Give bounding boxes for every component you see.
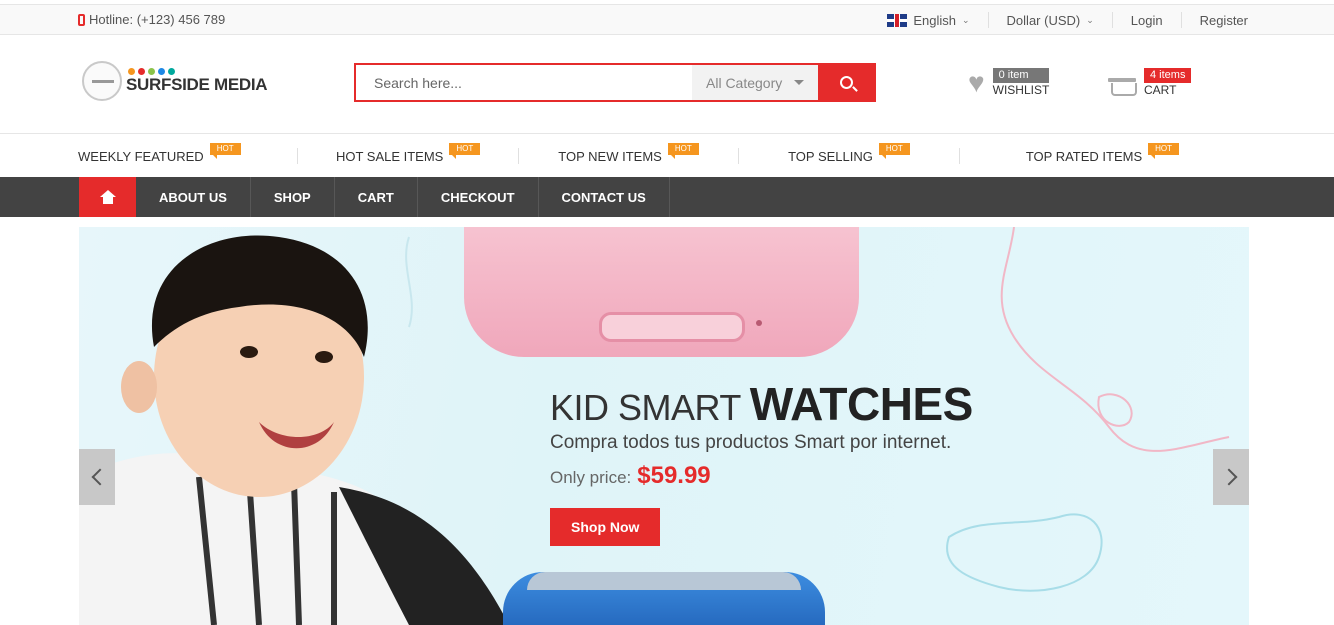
slider-prev-button[interactable] xyxy=(79,449,115,505)
nav-contact-us[interactable]: CONTACT US xyxy=(539,177,670,217)
hotline-text: Hotline: (+123) 456 789 xyxy=(89,12,226,27)
chevron-down-icon: ⌄ xyxy=(1086,14,1094,25)
logo-dot xyxy=(158,67,165,75)
login-label: Login xyxy=(1130,12,1163,28)
caret-down-icon xyxy=(794,80,804,85)
blue-watch-image xyxy=(503,572,825,625)
top-bar: Hotline: (+123) 456 789 English ⌄ Dollar… xyxy=(0,4,1334,35)
slide-subheadline: Compra todos tus productos Smart por int… xyxy=(550,432,952,453)
language-label: English xyxy=(913,12,956,28)
home-button[interactable] xyxy=(79,177,136,217)
top-right-links: English ⌄ Dollar (USD) ⌄ Login Register xyxy=(869,5,1248,35)
shop-now-button[interactable]: Shop Now xyxy=(550,508,661,546)
pink-watch-image xyxy=(464,227,859,357)
cart-link[interactable]: 4 items CART xyxy=(1108,68,1192,97)
logo-dot xyxy=(138,67,145,75)
hero-slider: KID SMART WATCHES Compra todos tus produ… xyxy=(79,227,1249,625)
slide-price: $59.99 xyxy=(637,462,711,489)
hot-badge: HOT xyxy=(209,143,241,159)
nav-about-us[interactable]: ABOUT US xyxy=(136,177,251,217)
register-link[interactable]: Register xyxy=(1182,12,1248,28)
chevron-left-icon xyxy=(91,468,108,486)
home-icon xyxy=(99,190,116,204)
currency-selector[interactable]: Dollar (USD) ⌄ xyxy=(989,12,1113,28)
featured-nav: WEEKLY FEATURED HOT HOT SALE ITEMS HOT T… xyxy=(78,135,1249,177)
nav-weekly-featured[interactable]: WEEKLY FEATURED HOT xyxy=(78,143,299,164)
chevron-down-icon: ⌄ xyxy=(962,14,970,25)
nav-top-selling[interactable]: TOP SELLING HOT xyxy=(739,143,960,164)
logo-dot xyxy=(148,67,155,75)
nav-label: HOT SALE ITEMS xyxy=(335,148,444,164)
search-button[interactable] xyxy=(818,65,874,100)
basket-icon xyxy=(1108,72,1137,96)
logo-text: SURFSIDE MEDIA xyxy=(126,74,268,94)
hot-badge: HOT xyxy=(878,143,910,159)
category-label: All Category xyxy=(706,74,783,91)
main-nav: ABOUT US SHOP CART CHECKOUT CONTACT US xyxy=(0,177,1334,217)
slider-next-button[interactable] xyxy=(1213,449,1249,505)
hot-badge: HOT xyxy=(667,143,699,159)
nav-label: TOP SELLING xyxy=(788,148,873,164)
price-label: Only price: xyxy=(550,468,632,487)
nav-label: TOP NEW ITEMS xyxy=(558,148,662,164)
uk-flag-icon xyxy=(887,13,908,27)
login-link[interactable]: Login xyxy=(1113,12,1182,28)
headline-light: KID SMART xyxy=(550,387,741,428)
search-input[interactable] xyxy=(356,65,692,100)
hotline: Hotline: (+123) 456 789 xyxy=(78,12,225,27)
language-selector[interactable]: English ⌄ xyxy=(869,12,989,28)
nav-top-new-items[interactable]: TOP NEW ITEMS HOT xyxy=(519,143,740,164)
logo-emblem-icon xyxy=(82,61,122,101)
cart-label: CART xyxy=(1144,83,1177,97)
logo-dots xyxy=(128,67,267,75)
nav-checkout[interactable]: CHECKOUT xyxy=(418,177,539,217)
slide-caption: KID SMART WATCHES Compra todos tus produ… xyxy=(550,381,973,546)
category-select[interactable]: All Category xyxy=(692,65,818,100)
nav-top-rated-items[interactable]: TOP RATED ITEMS HOT xyxy=(960,143,1249,164)
currency-label: Dollar (USD) xyxy=(1006,12,1081,28)
hot-badge: HOT xyxy=(449,143,481,159)
phone-icon xyxy=(78,13,85,26)
logo-dot xyxy=(168,67,175,75)
slide-headline: KID SMART WATCHES xyxy=(550,381,973,428)
kid-image xyxy=(79,235,509,625)
headline-bold: WATCHES xyxy=(749,378,974,430)
heart-icon: ♥ xyxy=(968,66,985,98)
slide-price-line: Only price: $59.99 xyxy=(550,462,973,490)
search-icon xyxy=(839,76,853,89)
wishlist-count-badge: 0 item xyxy=(992,68,1050,83)
register-label: Register xyxy=(1199,12,1248,28)
nav-hot-sale-items[interactable]: HOT SALE ITEMS HOT xyxy=(298,143,519,164)
wishlist-label: WISHLIST xyxy=(992,83,1050,97)
nav-cart[interactable]: CART xyxy=(335,177,418,217)
search-bar: All Category xyxy=(354,63,876,102)
logo[interactable]: SURFSIDE MEDIA xyxy=(82,61,268,101)
hot-badge: HOT xyxy=(1148,143,1180,159)
header: SURFSIDE MEDIA All Category ♥ 0 item WIS… xyxy=(0,36,1334,134)
chevron-right-icon xyxy=(1220,468,1237,486)
nav-shop[interactable]: SHOP xyxy=(251,177,335,217)
nav-label: TOP RATED ITEMS xyxy=(1025,148,1143,164)
nav-label: WEEKLY FEATURED xyxy=(78,148,204,164)
cart-count-badge: 4 items xyxy=(1144,68,1192,83)
wishlist-link[interactable]: ♥ 0 item WISHLIST xyxy=(968,66,1050,98)
logo-dot xyxy=(128,67,135,75)
